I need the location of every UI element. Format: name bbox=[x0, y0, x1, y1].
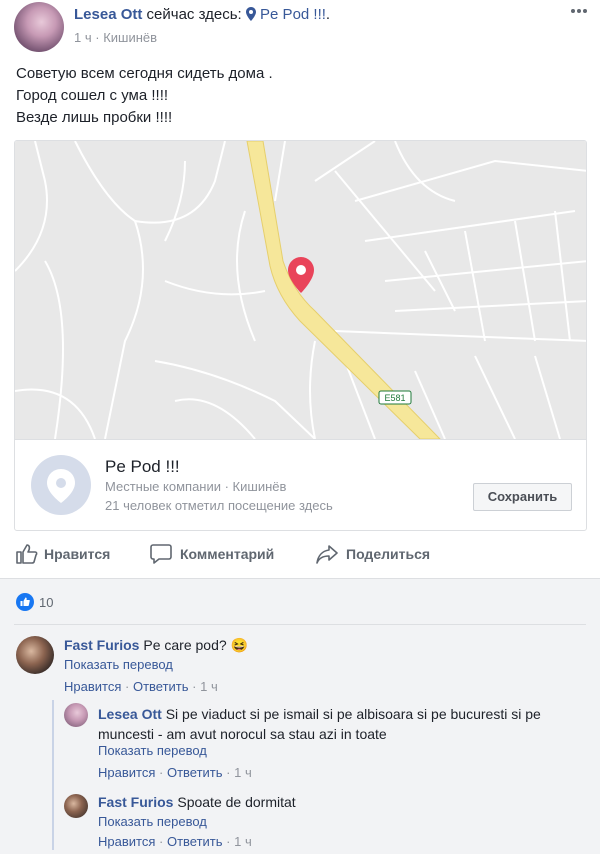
reply-bubble: Fast Furios Spoate de dormitat bbox=[98, 794, 296, 810]
reply-like-link[interactable]: Нравится bbox=[98, 765, 155, 780]
reply-thread-line bbox=[52, 700, 54, 850]
save-button[interactable]: Сохранить bbox=[473, 483, 572, 511]
save-button-label: Сохранить bbox=[487, 489, 558, 504]
reply-author[interactable]: Fast Furios bbox=[98, 794, 173, 810]
reactions-count: 10 bbox=[39, 594, 54, 610]
more-options-icon[interactable] bbox=[570, 8, 588, 14]
place-card[interactable]: E581 Pe Pod !!! Местные компании · Кишин… bbox=[14, 140, 587, 531]
place-icon bbox=[31, 455, 91, 515]
reply-time[interactable]: 1 ч bbox=[234, 765, 252, 780]
reply-reply-link[interactable]: Ответить bbox=[167, 765, 223, 780]
show-translation-link[interactable]: Показать перевод bbox=[98, 743, 207, 758]
comment-button[interactable]: Комментарий bbox=[150, 543, 274, 565]
place-title[interactable]: Pe Pod !!! bbox=[105, 457, 180, 477]
location-pin-icon bbox=[245, 7, 256, 21]
road-shield: E581 bbox=[378, 390, 412, 405]
reply-reply-link[interactable]: Ответить bbox=[167, 834, 223, 849]
reply-avatar[interactable] bbox=[64, 703, 88, 727]
author-avatar[interactable] bbox=[14, 2, 64, 52]
reply-like-link[interactable]: Нравится bbox=[98, 834, 155, 849]
post-text-line-2: Город сошел с ума !!!! bbox=[16, 87, 169, 104]
map-image[interactable]: E581 bbox=[15, 141, 587, 439]
comment-text: Pe care pod? 😆 bbox=[143, 637, 248, 653]
checkin-text: сейчас здесь: bbox=[146, 6, 242, 23]
comment-time[interactable]: 1 ч bbox=[200, 679, 218, 694]
like-reaction-icon bbox=[16, 593, 34, 611]
post-text-line-1: Советую всем сегодня сидеть дома . bbox=[16, 65, 273, 82]
thumbs-up-icon bbox=[16, 544, 38, 564]
post-time[interactable]: 1 ч bbox=[74, 30, 92, 45]
reply-avatar[interactable] bbox=[64, 794, 88, 818]
share-icon bbox=[316, 544, 338, 564]
comment-label: Комментарий bbox=[180, 546, 275, 562]
comment-bubble: Fast Furios Pe care pod? 😆 bbox=[64, 637, 248, 654]
place-category: Местные компании · Кишинёв bbox=[105, 479, 287, 494]
reactions-summary[interactable]: 10 bbox=[16, 593, 53, 611]
comment-reply-link[interactable]: Ответить bbox=[133, 679, 189, 694]
post-author-name[interactable]: Lesea Ott bbox=[74, 6, 142, 23]
reply-text: Si pe viaduct si pe ismail si pe albisoa… bbox=[98, 706, 541, 742]
show-translation-link[interactable]: Показать перевод bbox=[64, 657, 173, 672]
post-place-link[interactable]: Pe Pod !!! bbox=[260, 6, 326, 23]
share-label: Поделиться bbox=[346, 546, 431, 562]
road-label: E581 bbox=[384, 393, 405, 403]
show-translation-link[interactable]: Показать перевод bbox=[98, 814, 207, 829]
reply-author[interactable]: Lesea Ott bbox=[98, 706, 162, 722]
comment-avatar[interactable] bbox=[16, 636, 54, 674]
share-button[interactable]: Поделиться bbox=[316, 543, 430, 565]
like-label: Нравится bbox=[44, 546, 111, 562]
place-checkins: 21 человек отметил посещение здесь bbox=[105, 498, 333, 513]
comment-like-link[interactable]: Нравится bbox=[64, 679, 121, 694]
reply-text: Spoate de dormitat bbox=[177, 794, 296, 810]
reply-time[interactable]: 1 ч bbox=[234, 834, 252, 849]
reply-bubble: Lesea Ott Si pe viaduct si pe ismail si … bbox=[98, 704, 568, 744]
post-text-line-3: Везде лишь пробки !!!! bbox=[16, 109, 173, 126]
post-location[interactable]: Кишинёв bbox=[103, 30, 157, 45]
comment-author[interactable]: Fast Furios bbox=[64, 637, 139, 653]
like-button[interactable]: Нравится bbox=[16, 543, 110, 565]
comment-icon bbox=[150, 544, 172, 564]
